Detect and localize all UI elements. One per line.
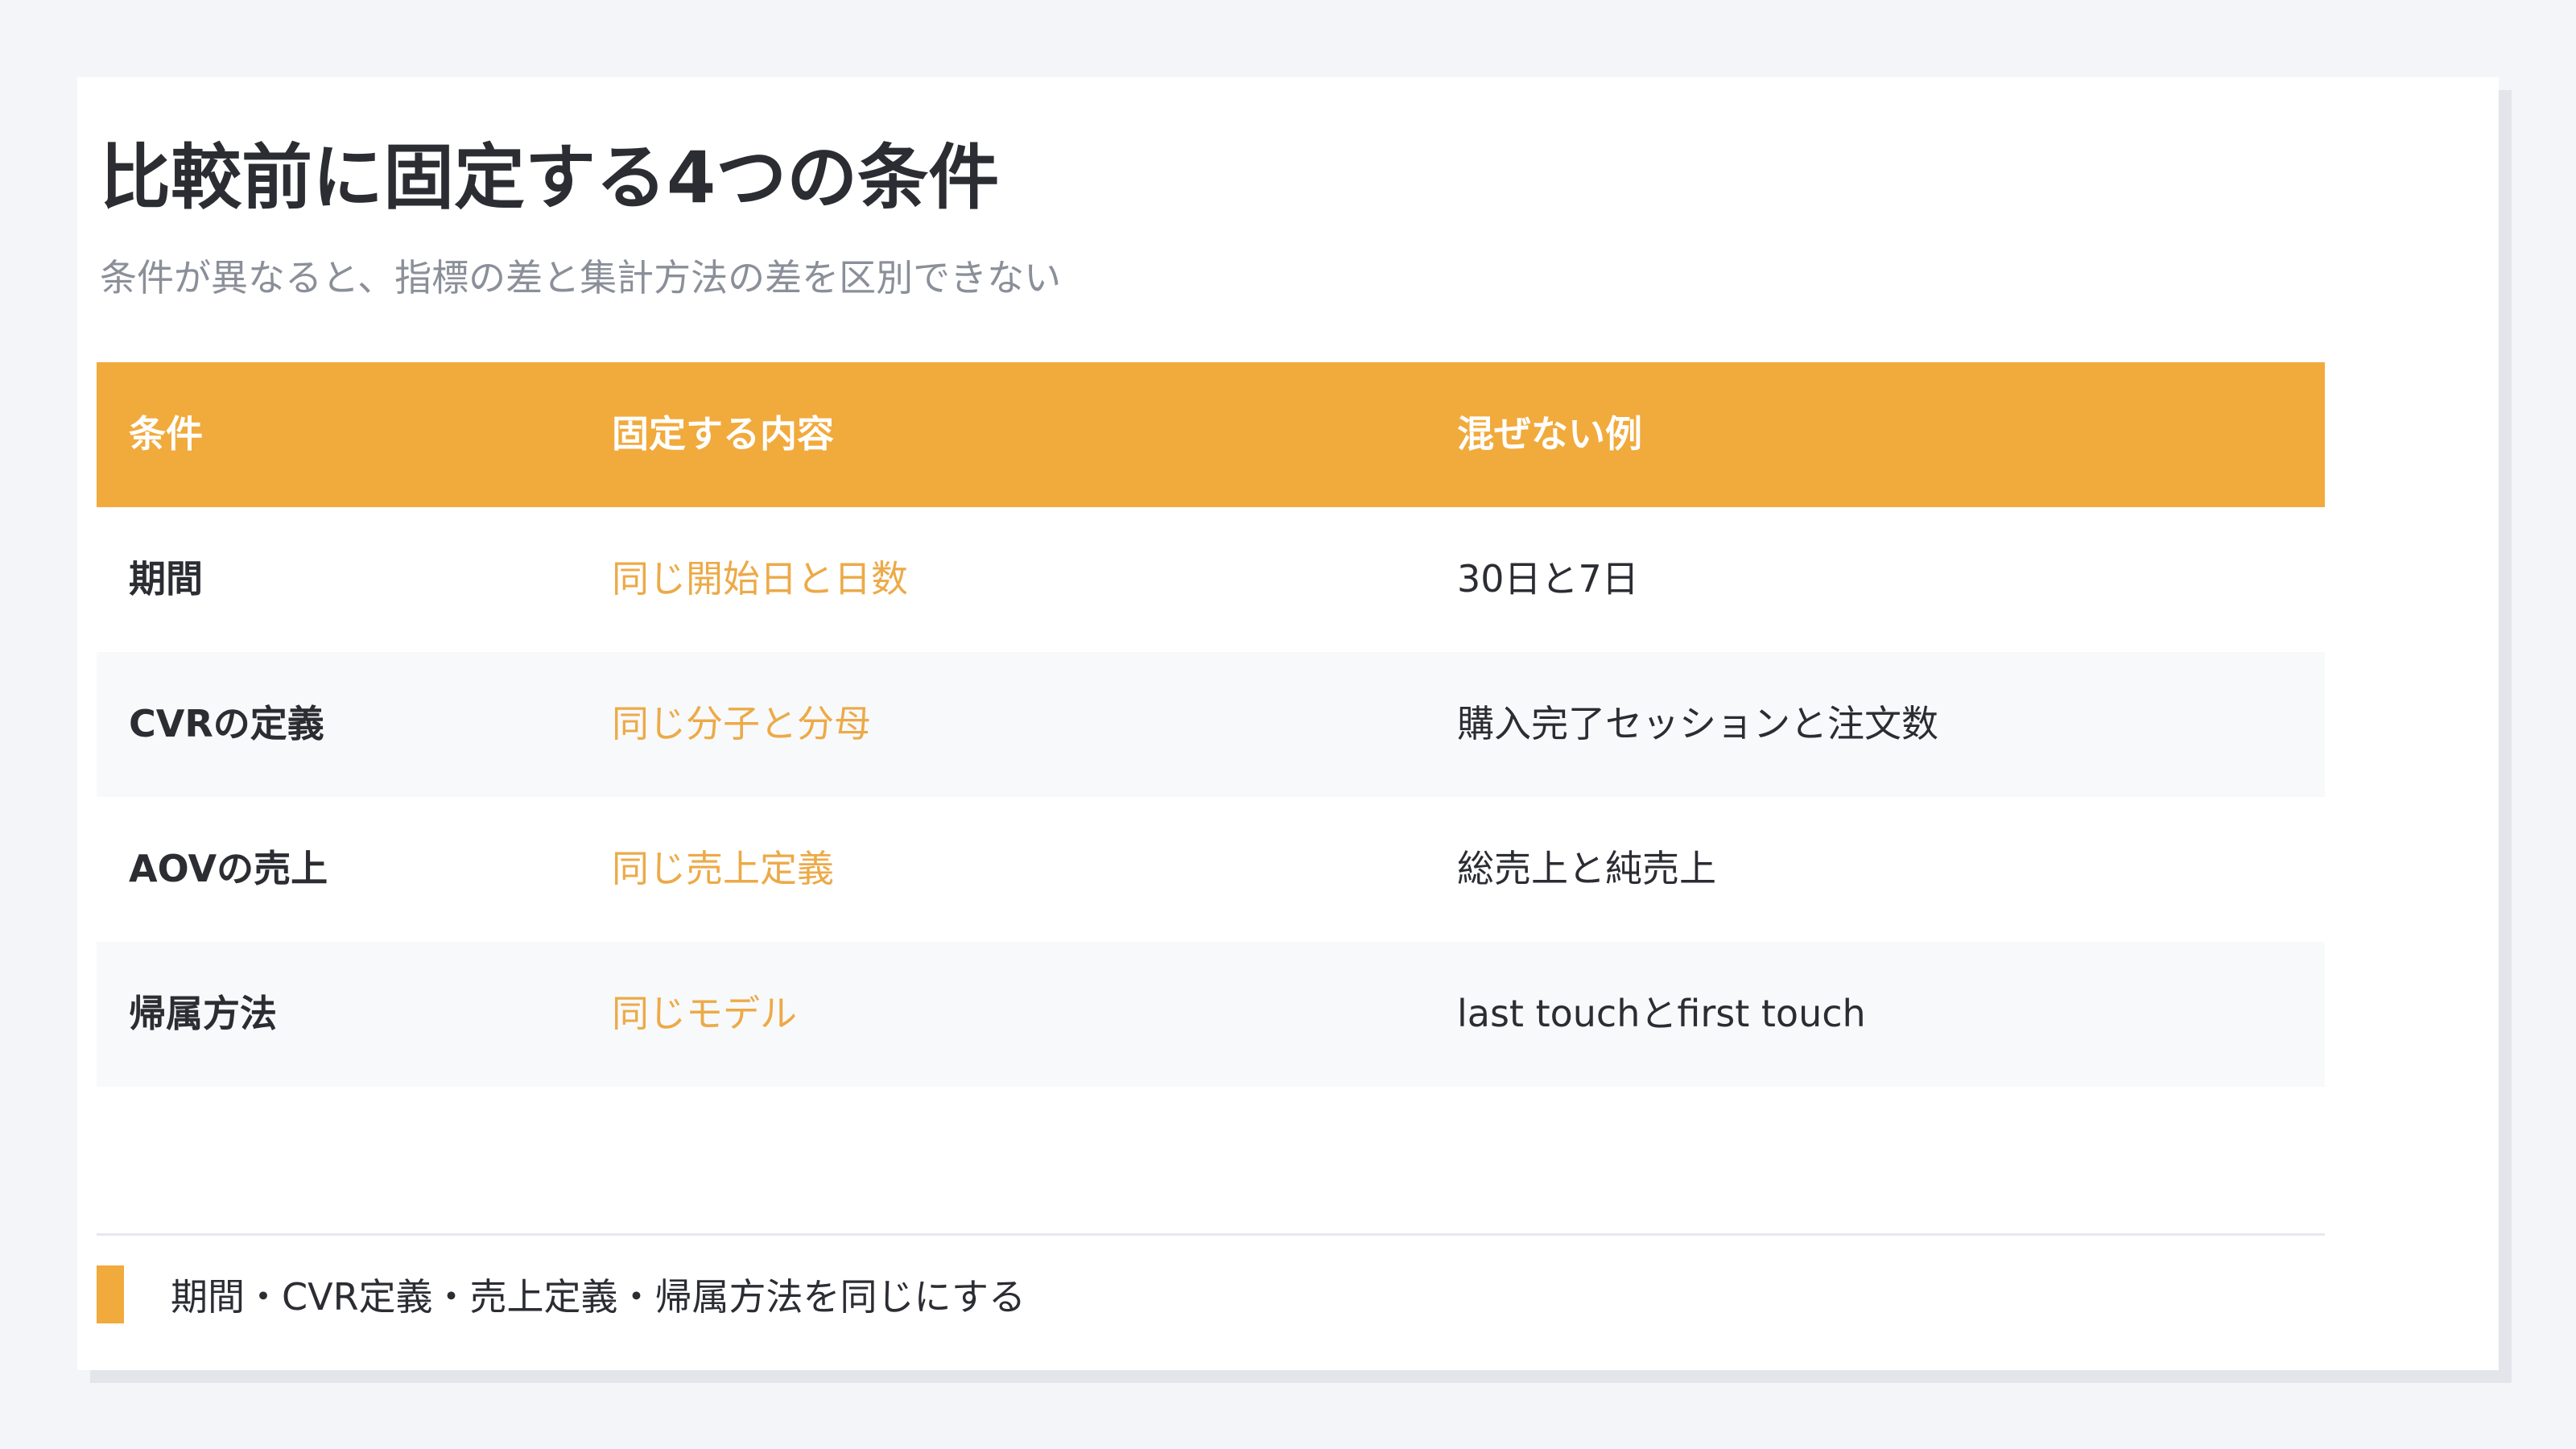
footnote: 期間・CVR定義・売上定義・帰属方法を同じにする: [97, 1265, 1026, 1323]
conditions-table: 条件 固定する内容 混ぜない例 期間 同じ開始日と日数 30日と7日 CVRの定…: [97, 362, 2325, 1087]
footnote-divider: [97, 1233, 2325, 1236]
table-row: AOVの売上 同じ売上定義 総売上と純売上: [97, 797, 2325, 942]
condition-cell: 帰属方法: [129, 992, 277, 1036]
condition-cell: 期間: [129, 557, 203, 601]
example-cell: 30日と7日: [1457, 557, 1639, 601]
fixed-content-cell: 同じ分子と分母: [612, 702, 871, 746]
condition-cell: CVRの定義: [129, 702, 324, 746]
slide-subtitle: 条件が異なると、指標の差と集計方法の差を区別できない: [100, 256, 1062, 299]
fixed-content-cell: 同じモデル: [612, 992, 797, 1036]
example-cell: 総売上と純売上: [1457, 847, 1716, 891]
column-header-fixed: 固定する内容: [612, 412, 834, 456]
table-row: 帰属方法 同じモデル last touchとfirst touch: [97, 942, 2325, 1087]
example-cell: last touchとfirst touch: [1457, 992, 1866, 1036]
column-header-example: 混ぜない例: [1457, 412, 1642, 456]
footnote-text: 期間・CVR定義・売上定義・帰属方法を同じにする: [171, 1275, 1026, 1319]
fixed-content-cell: 同じ開始日と日数: [612, 557, 908, 601]
example-cell: 購入完了セッションと注文数: [1457, 702, 1938, 746]
table-row: CVRの定義 同じ分子と分母 購入完了セッションと注文数: [97, 652, 2325, 797]
table-header-row: 条件 固定する内容 混ぜない例: [97, 362, 2325, 507]
column-header-condition: 条件: [129, 412, 203, 456]
footnote-accent-bar: [97, 1265, 124, 1323]
table-row: 期間 同じ開始日と日数 30日と7日: [97, 507, 2325, 652]
fixed-content-cell: 同じ売上定義: [612, 847, 834, 891]
condition-cell: AOVの売上: [129, 847, 328, 891]
slide-title: 比較前に固定する4つの条件: [100, 136, 1000, 219]
